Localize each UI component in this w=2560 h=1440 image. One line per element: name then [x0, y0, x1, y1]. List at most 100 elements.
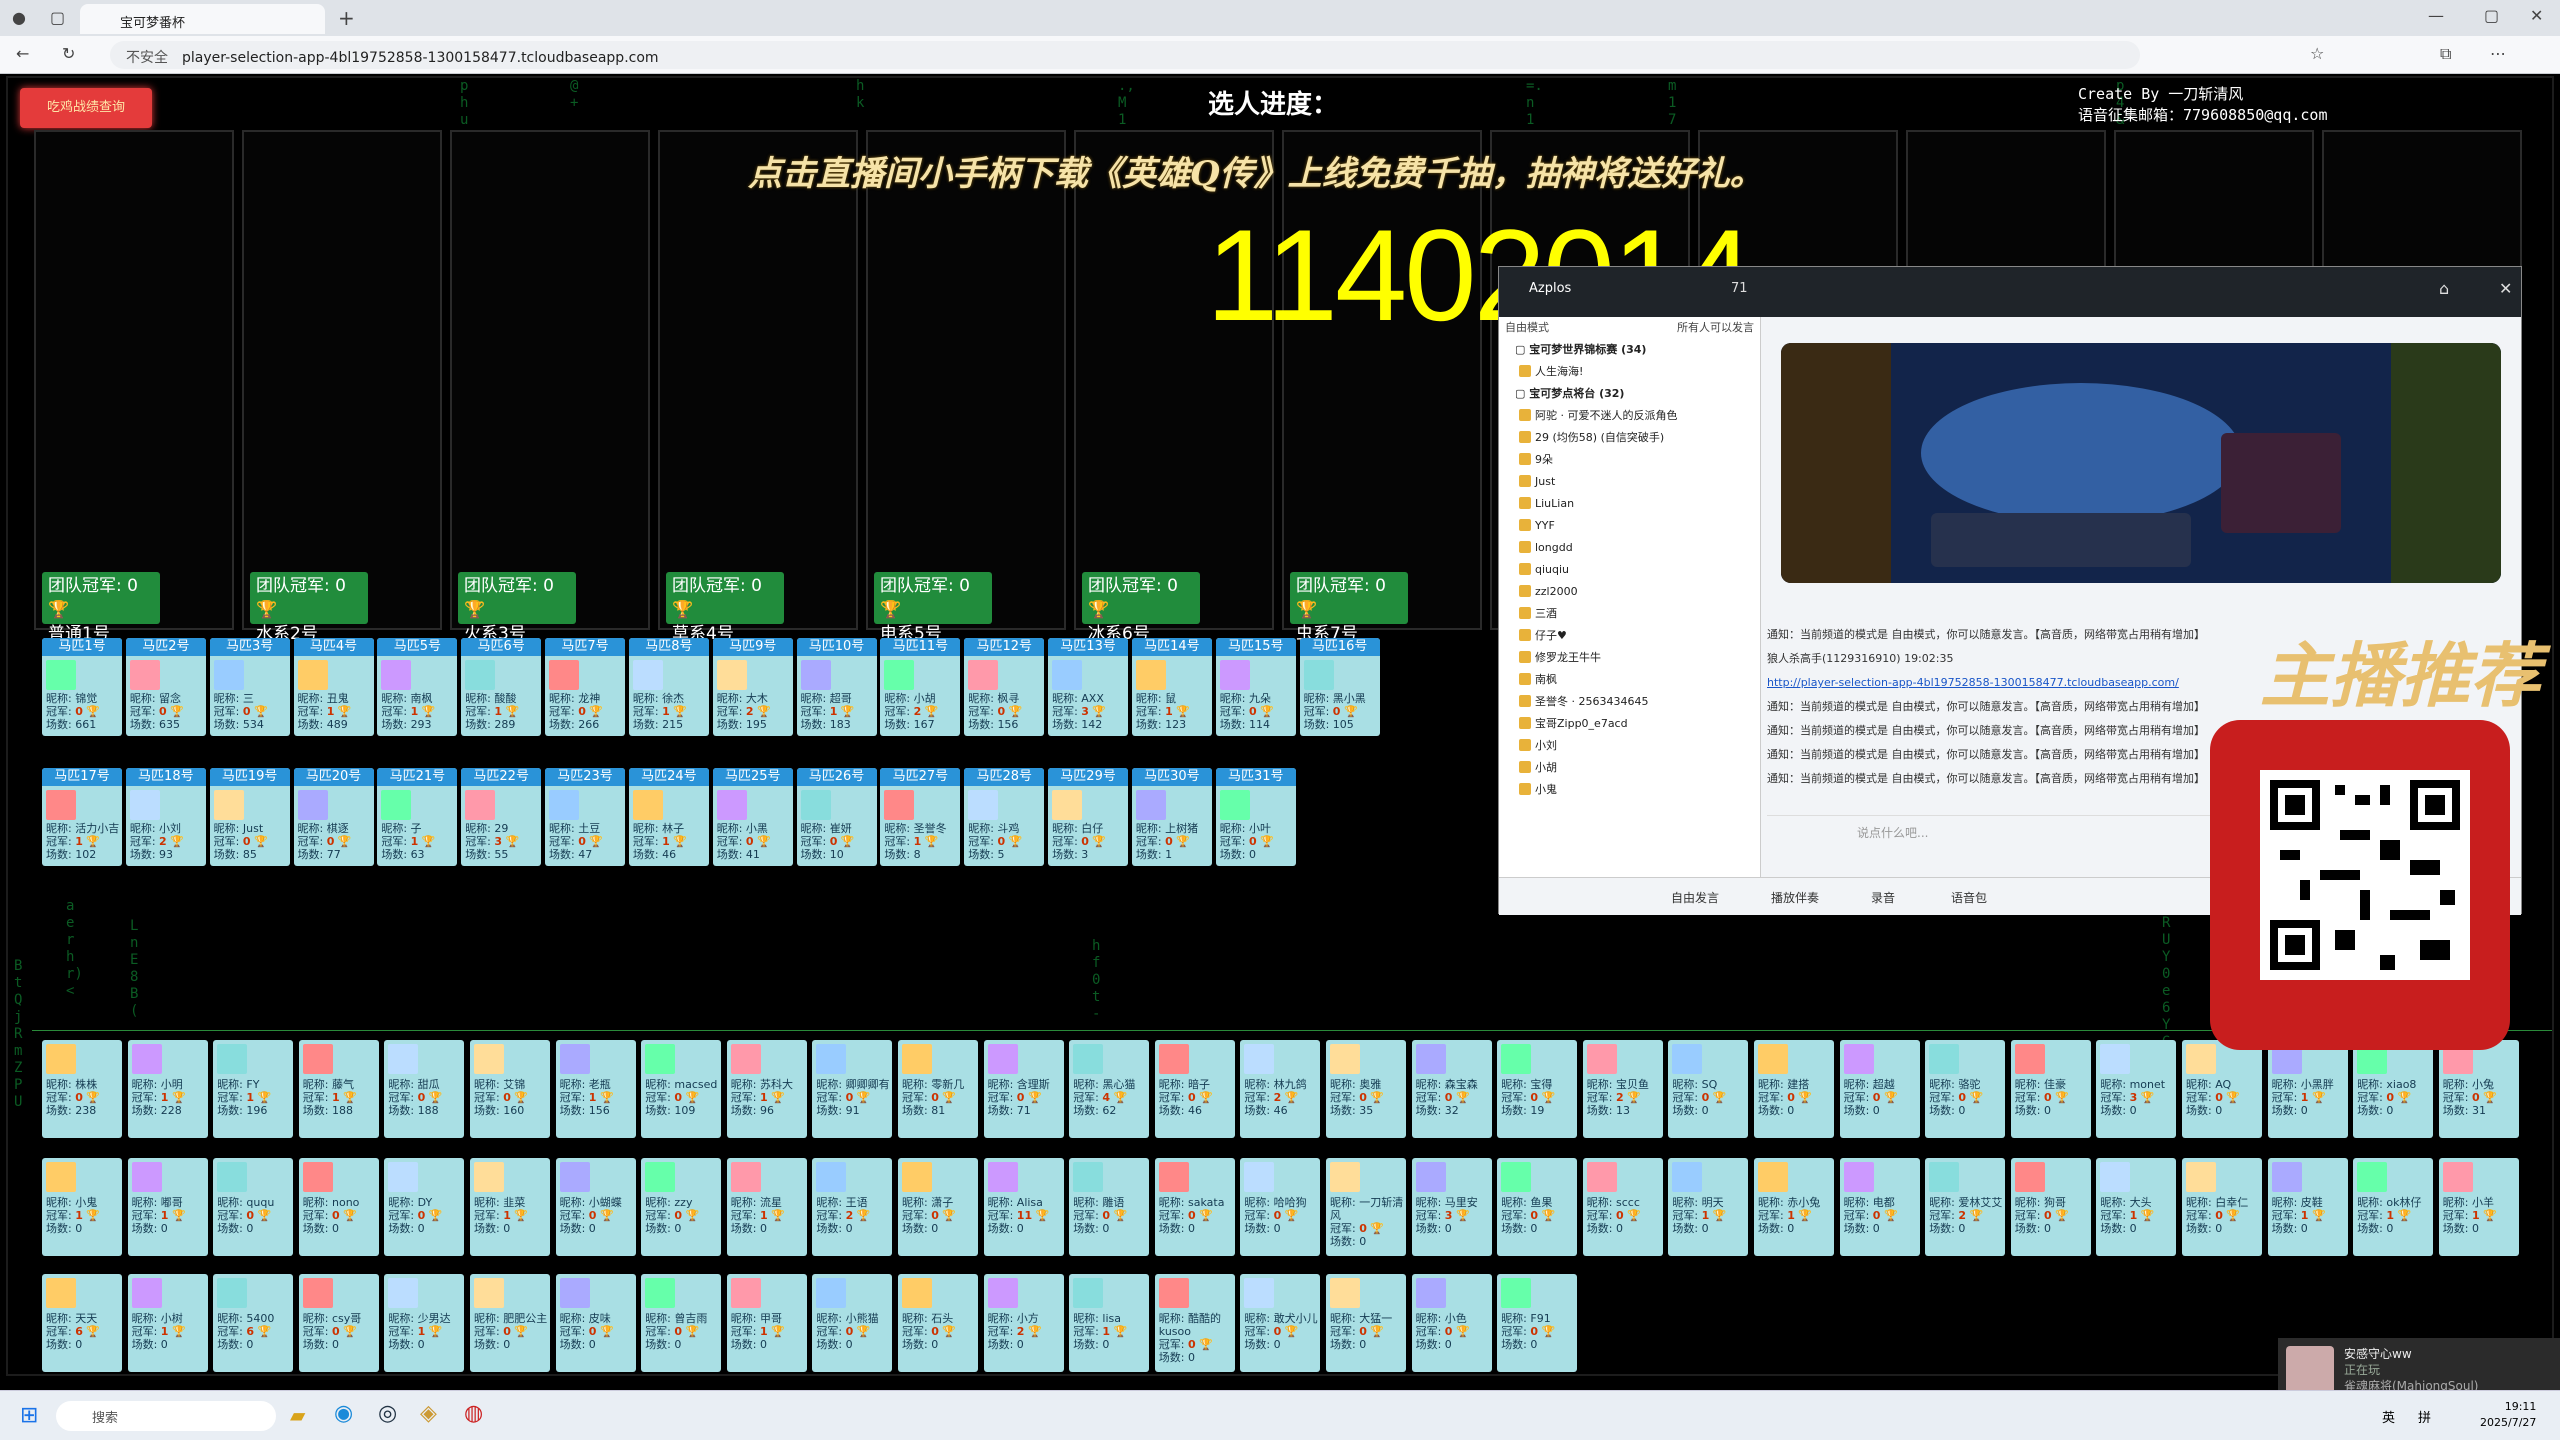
pool-player-card[interactable]: 昵称: 零新几 冠军: 0 🏆 场数: 81	[898, 1040, 978, 1138]
pool-player-card[interactable]: 昵称: macsed 冠军: 0 🏆 场数: 109	[641, 1040, 722, 1138]
pool-player-card[interactable]: 昵称: DY 冠军: 0 🏆 场数: 0	[384, 1158, 465, 1256]
pool-player-card[interactable]: 昵称: 敢犬小儿 冠军: 0 🏆 场数: 0	[1240, 1274, 1321, 1372]
channel-group[interactable]: ▢ 宝可梦点将台 (32)	[1499, 383, 1760, 405]
matched-player-card[interactable]: 马匹10号 昵称: 超哥 冠军: 1 🏆 场数: 183	[796, 638, 877, 736]
matched-player-card[interactable]: 马匹21号 昵称: 子冠军: 1 🏆 场数: 63	[377, 768, 458, 866]
pool-player-card[interactable]: 昵称: 小兔 冠军: 0 🏆 场数: 31	[2438, 1040, 2519, 1138]
lang-label[interactable]: 拼	[2418, 1407, 2431, 1426]
pool-player-card[interactable]: 昵称: 小方 冠军: 2 🏆 场数: 0	[983, 1274, 1064, 1372]
matched-player-card[interactable]: 马匹16号 昵称: 黑小黑 冠军: 0 🏆 场数: 105	[1299, 638, 1380, 736]
minimize-icon[interactable]: —	[2428, 6, 2444, 25]
voice-pack-button[interactable]: 语音包	[1951, 889, 1987, 906]
pool-player-card[interactable]: 昵称: 小羊 冠军: 1 🏆 场数: 0	[2438, 1158, 2519, 1256]
matched-player-card[interactable]: 马匹11号 昵称: 小胡 冠军: 2 🏆 场数: 167	[880, 638, 961, 736]
ime-label[interactable]: 英	[2382, 1407, 2395, 1426]
pool-player-card[interactable]: 昵称: 石头 冠军: 0 🏆 场数: 0	[898, 1274, 978, 1372]
pool-player-card[interactable]: 昵称: sccc 冠军: 0 🏆 场数: 0	[1582, 1158, 1663, 1256]
video-preview[interactable]	[1781, 343, 2501, 583]
pool-player-card[interactable]: 昵称: 酷酷的kusoo 冠军: 0 🏆 场数: 0	[1154, 1274, 1235, 1372]
record-button[interactable]: 录音	[1871, 889, 1895, 906]
pool-player-card[interactable]: 昵称: 大头 冠军: 1 🏆 场数: 0	[2096, 1158, 2177, 1256]
pool-player-card[interactable]: 昵称: xiao8 冠军: 0 🏆 场数: 0	[2353, 1040, 2434, 1138]
pool-player-card[interactable]: 昵称: 艾锦 冠军: 0 🏆 场数: 160	[470, 1040, 550, 1138]
pool-player-card[interactable]: 昵称: 佳豪 冠军: 0 🏆 场数: 0	[2010, 1040, 2091, 1138]
extensions-icon[interactable]: ⧉	[2440, 44, 2451, 64]
pool-player-card[interactable]: 昵称: 韭菜 冠军: 1 🏆 场数: 0	[470, 1158, 550, 1256]
chrome-icon[interactable]: ◍	[464, 1401, 483, 1426]
pool-player-card[interactable]: 昵称: 老瓶 冠军: 1 🏆 场数: 156	[555, 1040, 636, 1138]
channel-group[interactable]: ▢ 宝可梦世界锦标赛 (34)	[1499, 339, 1760, 361]
pool-player-card[interactable]: 昵称: 宝得 冠军: 0 🏆 场数: 19	[1497, 1040, 1578, 1138]
pool-player-card[interactable]: 昵称: 大猛一 冠军: 0 🏆 场数: 0	[1326, 1274, 1406, 1372]
matched-player-card[interactable]: 马匹4号 昵称: 丑鬼 冠军: 1 🏆 场数: 489	[293, 638, 374, 736]
pool-player-card[interactable]: 昵称: 白幸仁 冠军: 0 🏆 场数: 0	[2182, 1158, 2262, 1256]
matched-player-card[interactable]: 马匹26号 昵称: 崔妍 冠军: 0 🏆 场数: 10	[796, 768, 877, 866]
maximize-icon[interactable]: ▢	[2484, 6, 2499, 25]
pool-player-card[interactable]: 昵称: 肥肥公主 冠军: 0 🏆 场数: 0	[470, 1274, 550, 1372]
matched-player-card[interactable]: 马匹28号 昵称: 斗鸡 冠军: 0 🏆 场数: 5	[964, 768, 1045, 866]
pool-player-card[interactable]: 昵称: 天天 冠军: 6 🏆 场数: 0	[42, 1274, 122, 1372]
pool-player-card[interactable]: 昵称: AQ 冠军: 0 🏆 场数: 0	[2182, 1040, 2262, 1138]
pool-player-card[interactable]: 昵称: 狗哥 冠军: 0 🏆 场数: 0	[2010, 1158, 2091, 1256]
search-box[interactable]: 搜索	[56, 1401, 276, 1431]
matched-player-card[interactable]: 马匹3号 昵称: 三冠军: 0 🏆 场数: 534	[209, 638, 290, 736]
pool-player-card[interactable]: 昵称: 卿卿卿有 冠军: 0 🏆 场数: 91	[812, 1040, 893, 1138]
start-icon[interactable]: ⊞	[20, 1403, 38, 1428]
matched-player-card[interactable]: 马匹17号 昵称: 活力小吉 冠军: 1 🏆 场数: 102	[42, 768, 122, 866]
pool-player-card[interactable]: 昵称: 超越 冠军: 0 🏆 场数: 0	[1839, 1040, 1920, 1138]
pool-player-card[interactable]: 昵称: ok林仔 冠军: 1 🏆 场数: 0	[2353, 1158, 2434, 1256]
pool-player-card[interactable]: 昵称: 森宝森 冠军: 0 🏆 场数: 32	[1411, 1040, 1492, 1138]
matched-player-card[interactable]: 马匹5号 昵称: 南枫 冠军: 1 🏆 场数: 293	[377, 638, 458, 736]
pool-player-card[interactable]: 昵称: 鱼果 冠军: 0 🏆 场数: 0	[1497, 1158, 1578, 1256]
matched-player-card[interactable]: 马匹18号 昵称: 小刘 冠军: 2 🏆 场数: 93	[125, 768, 206, 866]
pool-player-card[interactable]: 昵称: 小色 冠军: 0 🏆 场数: 0	[1411, 1274, 1492, 1372]
pool-player-card[interactable]: 昵称: 电都 冠军: 0 🏆 场数: 0	[1839, 1158, 1920, 1256]
matched-player-card[interactable]: 马匹20号 昵称: 棋逐 冠军: 0 🏆 场数: 77	[293, 768, 374, 866]
pool-player-card[interactable]: 昵称: nono 冠军: 0 🏆 场数: 0	[298, 1158, 379, 1256]
matched-player-card[interactable]: 马匹14号 昵称: 鼠冠军: 1 🏆 场数: 123	[1131, 638, 1212, 736]
matched-player-card[interactable]: 马匹1号 昵称: 锦觉 冠军: 0 🏆 场数: 661	[42, 638, 122, 736]
pool-player-card[interactable]: 昵称: 马里安 冠军: 3 🏆 场数: 0	[1411, 1158, 1492, 1256]
pool-player-card[interactable]: 昵称: zzy 冠军: 0 🏆 场数: 0	[641, 1158, 722, 1256]
url-field[interactable]: 不安全 player-selection-app-4bl19752858-1300…	[110, 41, 2140, 69]
pool-player-card[interactable]: 昵称: 曾吉雨 冠军: 0 🏆 场数: 0	[641, 1274, 722, 1372]
matched-player-card[interactable]: 马匹13号 昵称: AXX 冠军: 3 🏆 场数: 142	[1048, 638, 1129, 736]
matched-player-card[interactable]: 马匹22号 昵称: 29 冠军: 3 🏆 场数: 55	[461, 768, 542, 866]
favorite-icon[interactable]: ☆	[2310, 44, 2324, 63]
matched-player-card[interactable]: 马匹15号 昵称: 九朵 冠军: 0 🏆 场数: 114	[1215, 638, 1296, 736]
matched-player-card[interactable]: 马匹29号 昵称: 白仔 冠军: 0 🏆 场数: 3	[1048, 768, 1129, 866]
menu-icon[interactable]: ⋯	[2490, 44, 2506, 63]
pool-player-card[interactable]: 昵称: 皮鞋 冠军: 1 🏆 场数: 0	[2267, 1158, 2348, 1256]
pool-player-card[interactable]: 昵称: 暗子 冠军: 0 🏆 场数: 46	[1154, 1040, 1235, 1138]
pool-player-card[interactable]: 昵称: FY 冠军: 1 🏆 场数: 196	[213, 1040, 294, 1138]
pool-player-card[interactable]: 昵称: 小明 冠军: 1 🏆 场数: 228	[127, 1040, 208, 1138]
pool-player-card[interactable]: 昵称: F91 冠军: 0 🏆 场数: 0	[1497, 1274, 1578, 1372]
pool-player-card[interactable]: 昵称: 爱林艾艾 冠军: 2 🏆 场数: 0	[1925, 1158, 2006, 1256]
pool-player-card[interactable]: 昵称: 潇子 冠军: 0 🏆 场数: 0	[898, 1158, 978, 1256]
pool-player-card[interactable]: 昵称: 骆驼 冠军: 0 🏆 场数: 0	[1925, 1040, 2006, 1138]
pool-player-card[interactable]: 昵称: lisa 冠军: 1 🏆 场数: 0	[1069, 1274, 1150, 1372]
app-icon[interactable]: ◈	[420, 1401, 437, 1426]
matched-player-card[interactable]: 马匹9号 昵称: 大木 冠军: 2 🏆 场数: 195	[712, 638, 793, 736]
matched-player-card[interactable]: 马匹27号 昵称: 圣誉冬 冠军: 1 🏆 场数: 8	[880, 768, 961, 866]
matched-player-card[interactable]: 马匹30号 昵称: 上树猪 冠军: 0 🏆 场数: 1	[1131, 768, 1212, 866]
pool-player-card[interactable]: 昵称: 小黑胖 冠军: 1 🏆 场数: 0	[2267, 1040, 2348, 1138]
pool-player-card[interactable]: 昵称: 嘟哥 冠军: 1 🏆 场数: 0	[127, 1158, 208, 1256]
matched-player-card[interactable]: 马匹24号 昵称: 林子 冠军: 1 🏆 场数: 46	[628, 768, 709, 866]
pool-player-card[interactable]: 昵称: 一刀斩清风 冠军: 0 🏆 场数: 0	[1326, 1158, 1406, 1256]
pool-player-card[interactable]: 昵称: 奥雅 冠军: 0 🏆 场数: 35	[1326, 1040, 1406, 1138]
matched-player-card[interactable]: 马匹23号 昵称: 土豆 冠军: 0 🏆 场数: 47	[545, 768, 626, 866]
tab-active[interactable]: 宝可梦番杯	[80, 4, 325, 34]
pool-player-card[interactable]: 昵称: csy哥 冠军: 0 🏆 场数: 0	[298, 1274, 379, 1372]
pool-player-card[interactable]: 昵称: 明天 冠军: 1 🏆 场数: 0	[1668, 1158, 1749, 1256]
pool-player-card[interactable]: 昵称: 林九鸽 冠军: 2 🏆 场数: 46	[1240, 1040, 1321, 1138]
pool-player-card[interactable]: 昵称: ququ 冠军: 0 🏆 场数: 0	[213, 1158, 294, 1256]
pool-player-card[interactable]: 昵称: SQ 冠军: 0 🏆 场数: 0	[1668, 1040, 1749, 1138]
pool-player-card[interactable]: 昵称: 株株 冠军: 0 🏆 场数: 238	[42, 1040, 122, 1138]
pool-player-card[interactable]: 昵称: 甲哥 冠军: 1 🏆 场数: 0	[726, 1274, 807, 1372]
pool-player-card[interactable]: 昵称: 小鬼 冠军: 1 🏆 场数: 0	[42, 1158, 122, 1256]
reload-icon[interactable]: ↻	[62, 44, 75, 63]
pool-player-card[interactable]: 昵称: 小树 冠军: 1 🏆 场数: 0	[127, 1274, 208, 1372]
pool-player-card[interactable]: 昵称: 流星 冠军: 1 🏆 场数: 0	[726, 1158, 807, 1256]
pool-player-card[interactable]: 昵称: 小熊猫 冠军: 0 🏆 场数: 0	[812, 1274, 893, 1372]
